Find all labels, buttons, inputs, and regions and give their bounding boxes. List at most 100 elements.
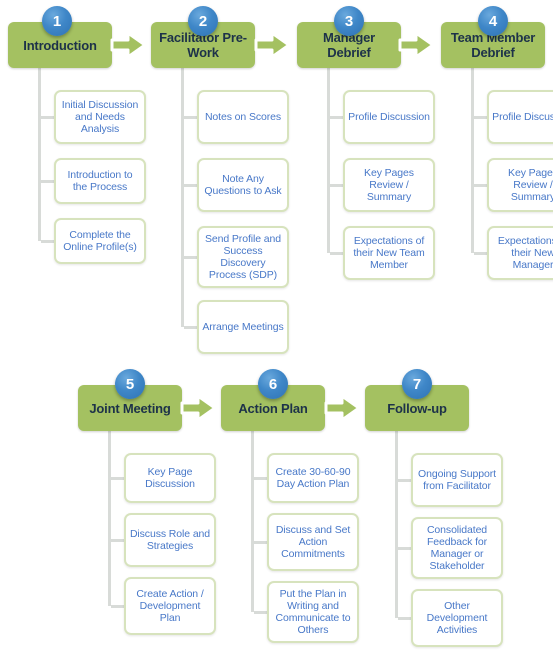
process-step-column-1: Introduction 1 Initial Discussion and Need… <box>8 6 146 264</box>
step-header-label: Introduction <box>23 37 97 53</box>
process-step-column-3: Manager Debrief 3 Profile Discussion Key Pa… <box>297 6 435 280</box>
step-task-label: Key Pages Review / Summary <box>508 167 553 203</box>
arrow-step2-to-step3 <box>254 30 292 60</box>
step-task-label: Expectations of their New Team Member <box>353 235 425 271</box>
process-step-column-5: Joint Meeting 5 Key Page Discussion Discuss… <box>78 369 216 635</box>
step-number-label: 4 <box>488 12 498 30</box>
process-step-column-4: Team Member Debrief4Profile DiscussionKe… <box>441 6 553 280</box>
process-step-column-7: Follow-up 7 Ongoing Support from Facilitat… <box>365 369 503 647</box>
connector-elbow <box>184 326 197 329</box>
connector-elbow <box>111 539 124 542</box>
step-task-label: Key Page Discussion <box>145 466 195 490</box>
step-number-badge-4: 4 <box>478 6 508 36</box>
step-task-box[interactable]: Profile Discussion <box>487 90 553 144</box>
connector-elbow <box>254 477 267 480</box>
step-task-box[interactable]: Consolidated Feedback for Manager or Sta… <box>411 517 503 579</box>
process-step-column-2: Facilitator Pre-Work 2 Notes on Scores Note… <box>151 6 289 354</box>
connector-spine <box>38 68 41 241</box>
step-number-badge-2: 2 <box>188 6 218 36</box>
step-task-label: Note Any Questions to Ask <box>204 173 282 197</box>
step-task-label: Expectations of their New Manager <box>497 235 553 271</box>
step-task-box[interactable]: Create Action / Development Plan <box>124 577 216 635</box>
step-task-box[interactable]: Other Development Activities <box>411 589 503 647</box>
step-task-label: Consolidated Feedback for Manager or Sta… <box>426 524 488 572</box>
step-task-label: Initial Discussion and Needs Analysis <box>61 99 139 135</box>
step-task-label: Profile Discussion <box>492 111 553 123</box>
step-task-label: Discuss Role and Strategies <box>129 528 211 552</box>
step-task-box[interactable]: Put the Plan in Writing and Communicate … <box>267 581 359 643</box>
connector-elbow <box>111 605 124 608</box>
step-number-label: 5 <box>125 375 135 393</box>
step-header-label: Action Plan <box>238 400 308 416</box>
step-number-label: 3 <box>344 12 354 30</box>
connector-spine <box>471 68 474 253</box>
step-task-box[interactable]: Complete the Online Profile(s) <box>54 218 146 264</box>
connector-elbow <box>254 611 267 614</box>
step-task-box[interactable]: Profile Discussion <box>343 90 435 144</box>
connector-elbow <box>474 116 487 119</box>
connector-elbow <box>41 116 54 119</box>
step-task-label: Key Pages Review / Summary <box>364 167 414 203</box>
connector-elbow <box>111 477 124 480</box>
step-task-box[interactable]: Initial Discussion and Needs Analysis <box>54 90 146 144</box>
step-number-badge-6: 6 <box>258 369 288 399</box>
connector-spine <box>395 431 398 618</box>
step-task-label: Other Development Activities <box>426 600 488 636</box>
step-number-label: 1 <box>52 12 62 30</box>
step-number-label: 6 <box>268 375 278 393</box>
connector-spine <box>327 68 330 253</box>
step-task-box[interactable]: Send Profile and Success Discovery Proce… <box>197 226 289 288</box>
connector-elbow <box>474 184 487 187</box>
connector-elbow <box>254 541 267 544</box>
process-step-column-6: Action Plan 6 Create 30-60-90 Day Action P… <box>221 369 359 643</box>
step-task-label: Create 30-60-90 Day Action Plan <box>275 466 351 490</box>
connector-elbow <box>474 252 487 255</box>
step-task-label: Profile Discussion <box>348 111 430 123</box>
step-task-label: Introduction to the Process <box>67 169 133 193</box>
step-task-box[interactable]: Key Pages Review / Summary <box>487 158 553 212</box>
step-task-box[interactable]: Key Page Discussion <box>124 453 216 503</box>
arrow-step5-to-step6 <box>180 393 218 423</box>
step-header-label: Joint Meeting <box>89 400 171 416</box>
step-task-box[interactable]: Ongoing Support from Facilitator <box>411 453 503 507</box>
connector-elbow <box>398 547 411 550</box>
connector-elbow <box>41 240 54 243</box>
arrow-step6-to-step7 <box>324 393 362 423</box>
connector-spine <box>108 431 111 606</box>
step-task-box[interactable]: Create 30-60-90 Day Action Plan <box>267 453 359 503</box>
arrow-step3-to-step4 <box>398 30 436 60</box>
step-task-box[interactable]: Key Pages Review / Summary <box>343 158 435 212</box>
connector-elbow <box>330 116 343 119</box>
step-task-label: Arrange Meetings <box>202 321 284 333</box>
connector-elbow <box>184 256 197 259</box>
connector-elbow <box>398 479 411 482</box>
step-task-label: Notes on Scores <box>204 111 282 123</box>
step-task-box[interactable]: Arrange Meetings <box>197 300 289 354</box>
step-task-box[interactable]: Discuss and Set Action Commitments <box>267 513 359 571</box>
step-task-box[interactable]: Introduction to the Process <box>54 158 146 204</box>
connector-spine <box>181 68 184 327</box>
step-task-box[interactable]: Expectations of their New Manager <box>487 226 553 280</box>
step-number-label: 7 <box>412 375 422 393</box>
step-task-label: Put the Plan in Writing and Communicate … <box>275 588 351 636</box>
step-task-label: Complete the Online Profile(s) <box>63 229 137 253</box>
step-number-badge-3: 3 <box>334 6 364 36</box>
step-task-box[interactable]: Note Any Questions to Ask <box>197 158 289 212</box>
step-task-box[interactable]: Notes on Scores <box>197 90 289 144</box>
step-task-label: Ongoing Support from Facilitator <box>418 468 496 492</box>
step-header-label: Follow-up <box>387 400 447 416</box>
connector-elbow <box>398 617 411 620</box>
connector-spine <box>251 431 254 612</box>
connector-elbow <box>184 116 197 119</box>
connector-elbow <box>184 184 197 187</box>
step-number-badge-1: 1 <box>42 6 72 36</box>
step-task-label: Create Action / Development Plan <box>136 588 204 624</box>
step-task-box[interactable]: Discuss Role and Strategies <box>124 513 216 567</box>
step-number-badge-7: 7 <box>402 369 432 399</box>
step-task-box[interactable]: Expectations of their New Team Member <box>343 226 435 280</box>
step-number-label: 2 <box>198 12 208 30</box>
step-number-badge-5: 5 <box>115 369 145 399</box>
step-task-label: Discuss and Set Action Commitments <box>275 524 351 560</box>
connector-elbow <box>330 184 343 187</box>
step-task-label: Send Profile and Success Discovery Proce… <box>204 233 282 281</box>
